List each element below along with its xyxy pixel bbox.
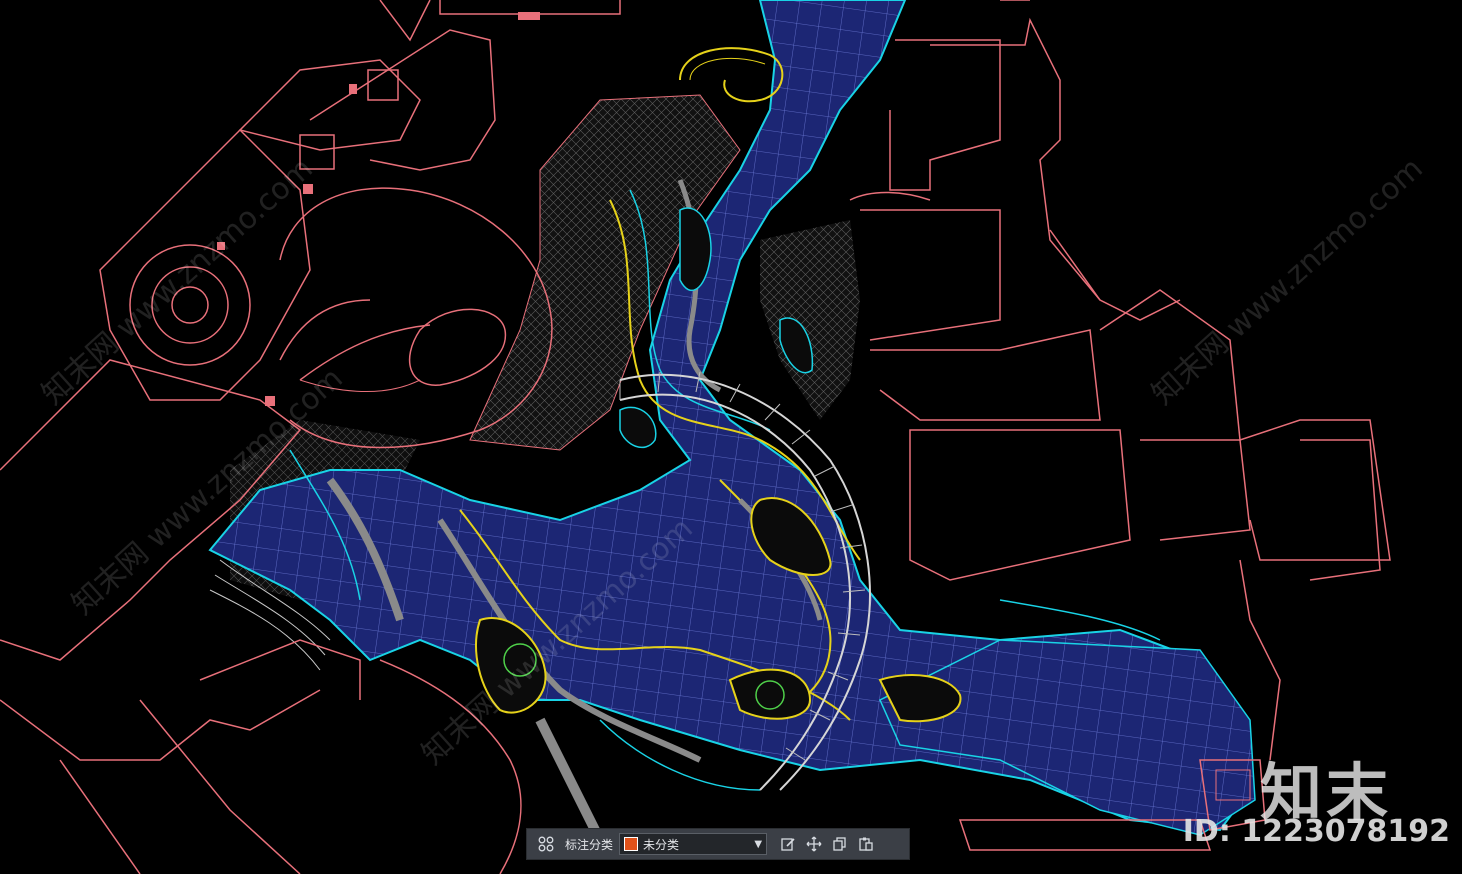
category-label: 标注分类	[565, 837, 614, 852]
copy-icon[interactable]	[827, 831, 853, 857]
move-icon[interactable]	[801, 831, 827, 857]
chevron-down-icon: ▼	[754, 838, 763, 850]
annotation-toolbar: 标注分类 未分类 ▼	[526, 828, 910, 860]
cad-drawing-canvas[interactable]	[0, 0, 1462, 874]
water-body	[208, 0, 1256, 836]
edit-icon[interactable]	[775, 831, 801, 857]
grid-icon[interactable]	[533, 831, 559, 857]
paste-icon[interactable]	[853, 831, 879, 857]
category-select[interactable]: 未分类 ▼	[619, 833, 768, 855]
category-color-swatch	[624, 837, 639, 851]
category-select-value: 未分类	[643, 837, 680, 852]
resource-id-label: ID: 1223078192	[1182, 814, 1450, 849]
